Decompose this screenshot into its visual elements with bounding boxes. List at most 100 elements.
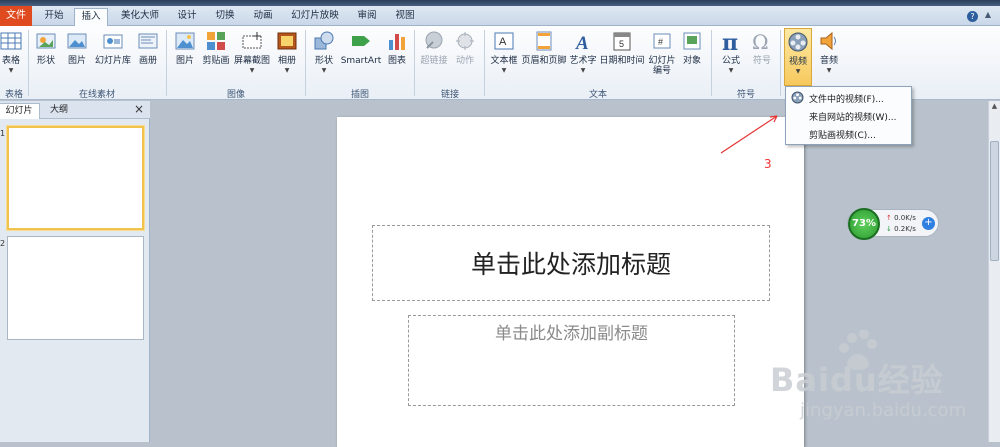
hyperlink-icon: [425, 31, 443, 49]
symbol-label: 符号: [752, 56, 771, 66]
album-icon: [138, 33, 158, 49]
group-label-symbols: 符号: [736, 90, 755, 100]
tab-insert[interactable]: 插入: [74, 8, 108, 26]
tab-outline[interactable]: 大纲: [42, 103, 76, 119]
photo-album-label: 相册: [277, 56, 296, 66]
watermark-url: jingyan.baidu.com: [800, 400, 967, 421]
header-footer-label: 页眉和页脚: [521, 56, 567, 66]
group-label-online: 在线素材: [78, 90, 115, 100]
slide-number-2: 2: [0, 239, 6, 248]
subtitle-placeholder[interactable]: 单击此处添加副标题: [408, 315, 735, 406]
upload-value: 0.0K/s: [894, 214, 916, 222]
menu-item-clipart-video[interactable]: 剪贴画视频(C)...: [809, 128, 876, 141]
chevron-down-icon: ▼: [8, 67, 14, 74]
table-icon: [0, 32, 22, 50]
picture-online-label: 图片: [67, 56, 86, 66]
video-dropdown-menu: 文件中的视频(F)... 来自网站的视频(W)... 剪贴画视频(C)...: [785, 86, 912, 145]
group-label-table: 表格: [4, 90, 23, 100]
clipart-button[interactable]: 剪贴画: [201, 28, 231, 86]
smartart-label: SmartArt: [340, 56, 382, 66]
group-label-illustrations: 插图: [350, 90, 369, 100]
equation-button[interactable]: π 公式 ▼: [716, 28, 746, 86]
wordart-button[interactable]: A 艺术字 ▼: [568, 28, 598, 86]
symbol-button[interactable]: Ω 符号: [748, 28, 776, 86]
group-separator: [780, 30, 781, 96]
picture-icon: [67, 33, 87, 49]
action-label: 动作: [455, 56, 474, 66]
tab-view[interactable]: 视图: [390, 8, 420, 26]
textbox-label: 文本框: [490, 56, 518, 66]
menu-item-video-from-website[interactable]: 来自网站的视频(W)...: [809, 110, 897, 123]
picture-icon: [175, 32, 195, 50]
picture-button[interactable]: 图片: [170, 28, 200, 86]
video-icon: [788, 32, 808, 52]
tab-transitions[interactable]: 切换: [210, 8, 240, 26]
title-placeholder[interactable]: 单击此处添加标题: [372, 225, 770, 301]
clipart-label: 剪贴画: [202, 56, 230, 66]
tab-home[interactable]: 开始: [38, 8, 70, 26]
screenshot-button[interactable]: 屏幕截图 ▼: [233, 28, 271, 86]
chevron-down-icon: ▼: [795, 68, 801, 75]
datetime-button[interactable]: 5 日期和时间: [599, 28, 645, 86]
chart-button[interactable]: 图表: [384, 28, 410, 86]
action-button[interactable]: 动作: [452, 28, 478, 86]
svg-text:π: π: [722, 30, 738, 52]
slide-library-label: 幻灯片库: [94, 56, 131, 66]
header-footer-button[interactable]: 页眉和页脚: [521, 28, 567, 86]
svg-text:#: #: [658, 37, 663, 47]
plus-icon[interactable]: +: [922, 217, 935, 230]
scrollbar-thumb[interactable]: [990, 141, 999, 261]
equation-label: 公式: [721, 56, 740, 66]
chart-label: 图表: [387, 56, 406, 66]
slide-thumbnail-1[interactable]: [7, 126, 144, 230]
audio-button[interactable]: 音频 ▼: [815, 28, 843, 86]
photo-album-button[interactable]: 相册 ▼: [273, 28, 301, 86]
album-online-button[interactable]: 画册: [134, 28, 162, 86]
slides-pane: 幻灯片 大纲 × 1 2: [0, 101, 150, 442]
album-online-label: 画册: [138, 56, 157, 66]
shapes-online-button[interactable]: 形状: [32, 28, 60, 86]
photo-album-icon: [277, 32, 297, 50]
menu-item-video-from-file[interactable]: 文件中的视频(F)...: [809, 92, 884, 105]
tab-slides[interactable]: 幻灯片: [0, 103, 40, 119]
textbox-button[interactable]: A 文本框 ▼: [488, 28, 520, 86]
video-button[interactable]: 视频 ▼: [784, 28, 812, 86]
help-icon[interactable]: ?: [967, 11, 978, 22]
chevron-down-icon: ▼: [321, 67, 327, 74]
slide-number-button[interactable]: # 幻灯片 编号: [646, 28, 678, 86]
hyperlink-button[interactable]: 超链接: [418, 28, 450, 86]
chevron-down-icon: ▼: [580, 67, 586, 74]
tab-animations[interactable]: 动画: [248, 8, 278, 26]
group-separator: [305, 30, 306, 96]
action-icon: [456, 32, 474, 50]
header-footer-icon: [536, 31, 552, 51]
slide-thumbnail-2[interactable]: [7, 236, 144, 340]
screenshot-icon: [242, 32, 262, 49]
pane-tabs: 幻灯片 大纲 ×: [0, 101, 150, 119]
minimize-ribbon-icon[interactable]: ▲: [985, 10, 991, 19]
shapes-button[interactable]: 形状 ▼: [309, 28, 339, 86]
close-icon[interactable]: ×: [134, 102, 144, 116]
smartart-button[interactable]: SmartArt: [340, 28, 382, 86]
speaker-icon: [820, 31, 836, 51]
download-speed: ↓ 0.2K/s: [886, 225, 916, 233]
slide-library-icon: [103, 34, 123, 49]
upload-speed: ↑ 0.0K/s: [886, 214, 916, 222]
tab-slideshow[interactable]: 幻灯片放映: [286, 8, 344, 26]
picture-online-button[interactable]: 图片: [62, 28, 92, 86]
video-label: 视频: [788, 57, 807, 67]
hyperlink-label: 超链接: [420, 56, 448, 66]
group-label-image: 图像: [226, 90, 245, 100]
datetime-icon: 5: [613, 32, 631, 51]
tab-design[interactable]: 设计: [172, 8, 202, 26]
tab-beautify-master[interactable]: 美化大师: [116, 8, 164, 26]
tab-file[interactable]: 文件: [0, 6, 32, 26]
object-button[interactable]: 对象: [679, 28, 705, 86]
audio-label: 音频: [819, 56, 838, 66]
group-label-text: 文本: [588, 90, 607, 100]
table-button[interactable]: 表格 ▼: [0, 28, 26, 86]
scroll-up-icon[interactable]: ▲: [989, 101, 1000, 112]
slide-library-button[interactable]: 幻灯片库: [94, 28, 132, 86]
network-monitor-widget[interactable]: 73% ↑ 0.0K/s ↓ 0.2K/s +: [847, 208, 939, 240]
tab-review[interactable]: 审阅: [352, 8, 382, 26]
